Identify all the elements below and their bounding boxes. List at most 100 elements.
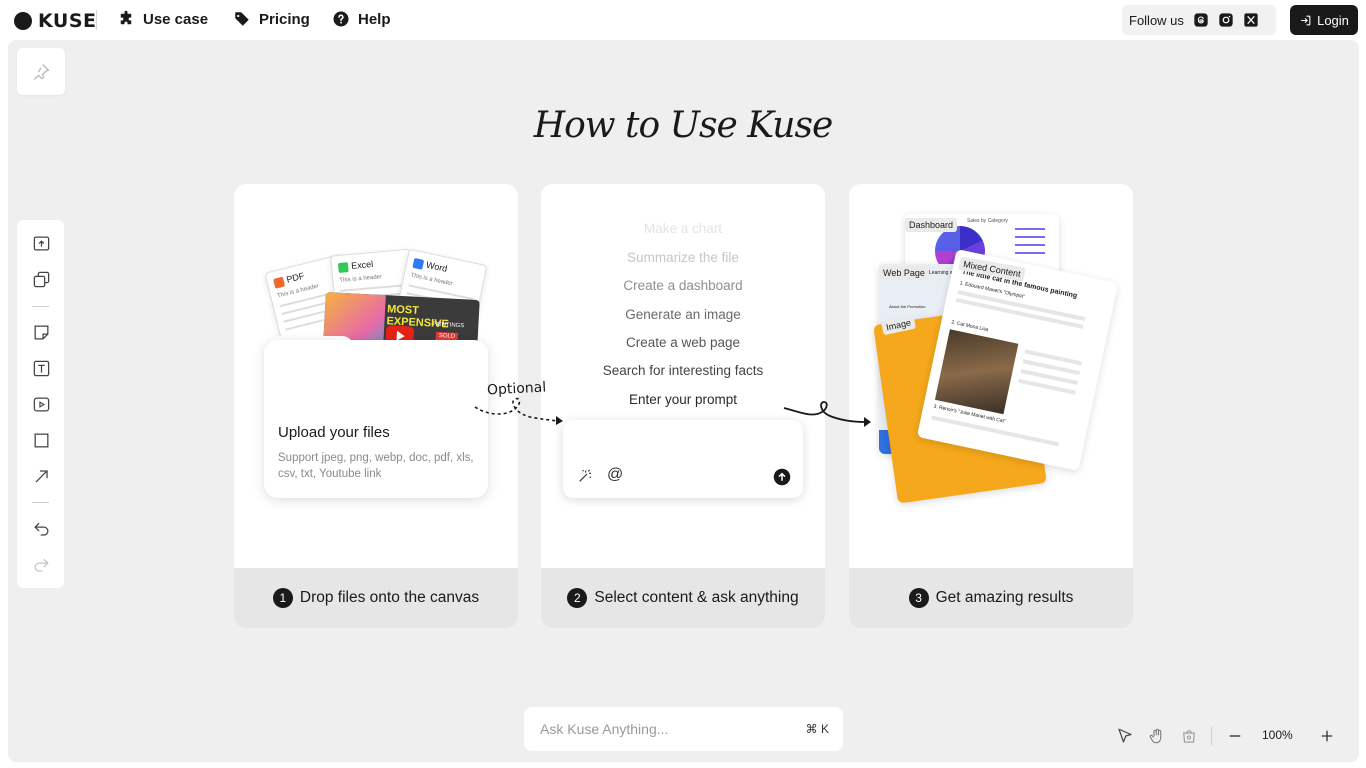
optional-arrow [474, 397, 563, 425]
prompt-suggestion: Search for interesting facts [602, 363, 764, 378]
hand-tool[interactable] [1147, 726, 1167, 746]
nav-help-label: Help [358, 10, 391, 28]
zoom-out-button[interactable] [1225, 726, 1245, 746]
nav-pricing[interactable]: Pricing [233, 10, 310, 28]
upload-tool[interactable] [29, 231, 53, 255]
puzzle-icon [120, 10, 132, 25]
page-title: How to Use Kuse [533, 105, 834, 146]
minus-icon [1229, 735, 1241, 737]
follow-label: Follow us [1129, 12, 1184, 28]
step-caption: 2 Select content & ask anything [541, 568, 825, 628]
optional-label: Optional [486, 379, 547, 399]
text-icon [33, 360, 49, 376]
prompt-suggestion: Generate an image [625, 307, 741, 322]
undo-icon [33, 522, 48, 536]
ask-input[interactable]: Ask Kuse Anything... [540, 721, 668, 737]
step-number: 2 [567, 588, 588, 608]
step-number: 1 [272, 588, 293, 608]
toolbar-divider [32, 502, 49, 503]
result-arrow [783, 401, 871, 427]
video-icon [33, 397, 49, 411]
send-icon[interactable] [773, 468, 791, 486]
sticky-note-tool[interactable] [29, 320, 53, 344]
step-caption: 3 Get amazing results [849, 568, 1133, 628]
nav-help[interactable]: Help [332, 10, 391, 28]
dashboard-label: Dashboard [905, 218, 958, 232]
nav-divider [96, 10, 97, 30]
nav-pricing-label: Pricing [259, 10, 310, 28]
upload-title: Upload your files [278, 424, 390, 441]
instagram-icon[interactable] [1218, 12, 1234, 28]
word-label: Word [425, 259, 449, 274]
rectangle-icon [34, 433, 48, 447]
top-nav: KUSE Use case Pricing Help Follow us Log… [0, 0, 1366, 40]
step-card-results: Sales by Category Dashboard Learning w A… [849, 184, 1133, 628]
sticky-note-icon [34, 325, 48, 339]
excel-badge [337, 261, 349, 273]
step-caption-text: Get amazing results [935, 589, 1074, 606]
logo-text: KUSE [38, 10, 97, 32]
pin-button[interactable] [17, 48, 65, 95]
prompt-suggestion: Create a web page [625, 335, 741, 350]
webpage-sub: About the Promotion [889, 304, 926, 309]
arrow-icon [35, 469, 48, 482]
undo-tool[interactable] [29, 517, 53, 541]
x-icon[interactable] [1243, 12, 1259, 28]
plus-icon [1321, 730, 1333, 742]
nav-use-case[interactable]: Use case [117, 10, 208, 28]
pin-icon [33, 63, 50, 80]
bag-icon [1183, 730, 1195, 743]
hand-icon [1149, 728, 1162, 744]
cursor-icon [1118, 728, 1132, 743]
login-icon [1301, 15, 1311, 25]
doc-header: This is a header [339, 273, 383, 284]
login-label: Login [1317, 12, 1349, 28]
kuse-logo[interactable]: KUSE [14, 10, 96, 32]
copy-tool[interactable] [29, 267, 53, 291]
video-tool[interactable] [29, 392, 53, 416]
upload-subtitle: Support jpeg, png, webp, doc, pdf, xls, … [278, 452, 474, 480]
follow-us: Follow us [1122, 5, 1276, 35]
help-icon [333, 11, 349, 27]
arrow-tool[interactable] [29, 464, 53, 488]
select-tool[interactable] [1115, 726, 1135, 746]
word-badge [412, 257, 425, 270]
prompt-suggestion: Make a chart [643, 221, 723, 236]
pdf-label: PDF [285, 270, 306, 285]
threads-icon[interactable] [1193, 12, 1209, 28]
canvas-toolbar [17, 220, 64, 588]
toolbar-divider [32, 306, 49, 307]
prompt-box[interactable]: @ [563, 420, 803, 498]
rectangle-tool[interactable] [29, 428, 53, 452]
step-caption: 1 Drop files onto the canvas [234, 568, 518, 628]
text-tool[interactable] [29, 356, 53, 380]
webpage-label: Web Page [879, 266, 929, 280]
step-caption-text: Drop files onto the canvas [299, 589, 480, 606]
step-number: 3 [908, 588, 929, 608]
excel-label: Excel [350, 258, 374, 271]
magic-wand-icon[interactable] [577, 468, 593, 484]
upload-icon [33, 236, 49, 250]
logo-mark [14, 12, 32, 30]
step-caption-text: Select content & ask anything [594, 589, 799, 606]
nav-use-case-label: Use case [143, 10, 209, 28]
copy-icon [33, 271, 49, 287]
webpage-text: Learning w [929, 270, 954, 276]
cat-painting [934, 329, 1019, 415]
controls-divider [1211, 727, 1212, 745]
redo-tool[interactable] [29, 553, 53, 577]
mention-icon[interactable]: @ [607, 466, 623, 484]
redo-icon [34, 558, 49, 572]
prompt-suggestion: Summarize the file [627, 250, 739, 265]
login-button[interactable]: Login [1290, 5, 1358, 35]
pdf-badge [272, 276, 286, 289]
doc-header: This is a header [410, 272, 454, 288]
ask-bar[interactable]: Ask Kuse Anything... ⌘ K [524, 707, 843, 751]
tag-icon [235, 12, 249, 26]
ask-shortcut: ⌘ K [805, 722, 829, 736]
dashboard-chart-title: Sales by Category [967, 218, 1008, 224]
zoom-level: 100% [1262, 728, 1293, 742]
frame-tool[interactable] [1179, 726, 1199, 746]
zoom-in-button[interactable] [1317, 726, 1337, 746]
prompt-suggestion: Create a dashboard [623, 278, 743, 293]
